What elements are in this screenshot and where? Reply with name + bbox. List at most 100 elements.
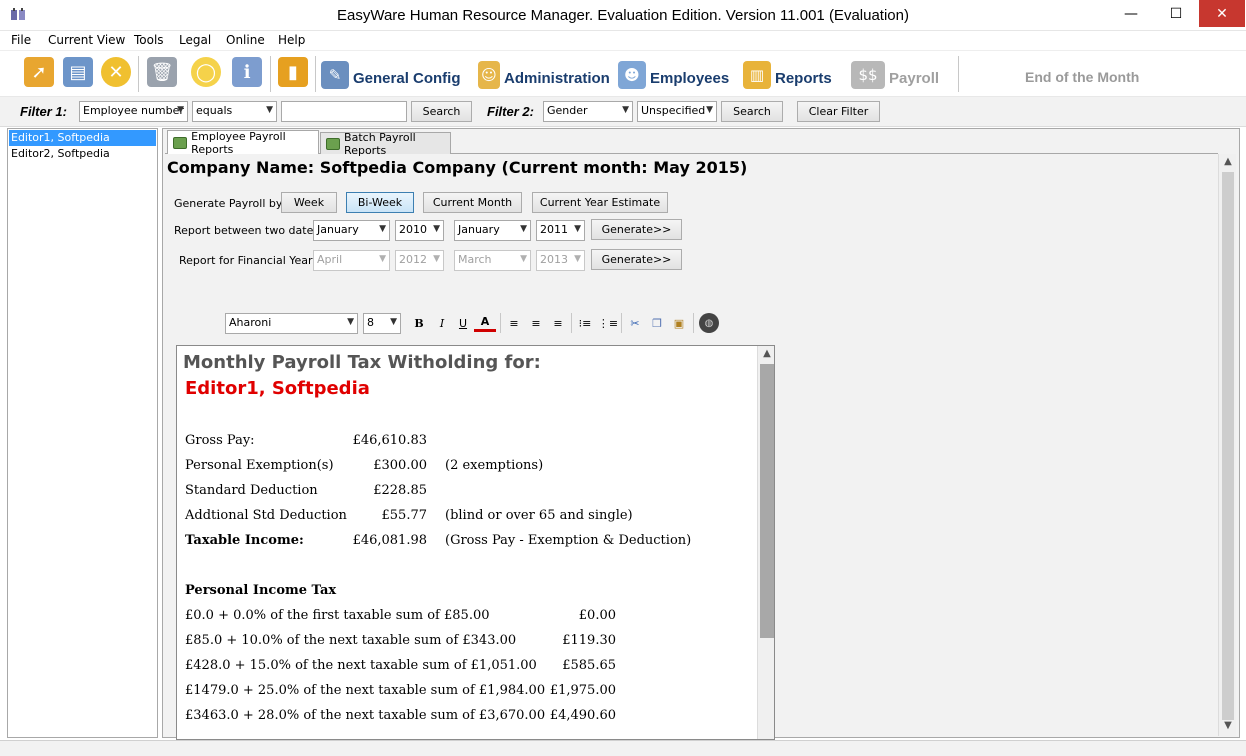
- menu-tools[interactable]: Tools: [134, 33, 164, 47]
- align-right-icon[interactable]: ≡: [549, 314, 567, 332]
- trash-icon[interactable]: 🗑: [147, 57, 177, 87]
- menu-legal[interactable]: Legal: [179, 33, 211, 47]
- row-note: (blind or over 65 and single): [445, 508, 633, 523]
- general-config-label: General Config: [353, 70, 461, 87]
- employees-button[interactable]: ☻ Employees: [618, 55, 729, 89]
- fin-to-year-select[interactable]: 2013 ▼: [536, 250, 585, 271]
- filter1-value-input[interactable]: [281, 101, 407, 122]
- filter2-search-button[interactable]: Search: [721, 101, 783, 122]
- bullet-list-icon[interactable]: ⁝≡: [576, 314, 594, 332]
- fin-to-month-select[interactable]: March ▼: [454, 250, 531, 271]
- week-button[interactable]: Week: [281, 192, 337, 213]
- filter2-label: Filter 2:: [487, 104, 534, 119]
- title-bar: EasyWare Human Resource Manager. Evaluat…: [0, 0, 1246, 31]
- filter1-search-button[interactable]: Search: [411, 101, 472, 122]
- filter2-field-select[interactable]: Gender ▼: [543, 101, 633, 122]
- chevron-down-icon: ▼: [433, 224, 440, 234]
- filter1-label: Filter 1:: [20, 104, 67, 119]
- row-label: Standard Deduction: [185, 483, 318, 498]
- payroll-button[interactable]: $$ Payroll: [851, 55, 939, 89]
- from-month-select[interactable]: January ▼: [313, 220, 390, 241]
- font-size-select[interactable]: 8 ▼: [363, 313, 401, 334]
- report-document[interactable]: Monthly Payroll Tax Witholding for: Edit…: [176, 345, 775, 740]
- align-center-icon[interactable]: ≡: [527, 314, 545, 332]
- filter1-field-select[interactable]: Employee number ▼: [79, 101, 188, 122]
- menu-current-view[interactable]: Current View: [48, 33, 125, 47]
- document-icon[interactable]: ▤: [63, 57, 93, 87]
- from-year-select[interactable]: 2010 ▼: [395, 220, 444, 241]
- outer-scrollbar[interactable]: ▲ ▼: [1218, 154, 1236, 736]
- main-toolbar: ➚ ▤ ✕ 🗑 ◯ ℹ ▮ ✎ General Config ☺ Adminis…: [0, 51, 1246, 97]
- copy-icon[interactable]: ❐: [648, 314, 666, 332]
- filter2-value-select[interactable]: Unspecified ▼: [637, 101, 717, 122]
- font-color-button[interactable]: A: [474, 314, 496, 332]
- globe-icon[interactable]: ◍: [699, 313, 719, 333]
- tax-row-label: £0.0 + 0.0% of the first taxable sum of …: [185, 608, 490, 623]
- row-value: £228.85: [373, 483, 427, 498]
- cut-icon[interactable]: ✂: [626, 314, 644, 332]
- generate-financial-button[interactable]: Generate>>: [591, 249, 682, 270]
- employee-list[interactable]: Editor1, Softpedia Editor2, Softpedia: [7, 128, 158, 738]
- menu-file[interactable]: File: [11, 33, 31, 47]
- report-scrollbar[interactable]: ▲: [757, 346, 774, 739]
- generate-payroll-label: Generate Payroll by:: [174, 197, 286, 210]
- scroll-up-icon[interactable]: ▲: [759, 348, 774, 359]
- payroll-money-icon: $$: [851, 61, 885, 89]
- tab-employee-payroll-reports[interactable]: Employee Payroll Reports: [167, 130, 319, 156]
- underline-button[interactable]: U: [454, 314, 472, 332]
- chevron-down-icon: ▼: [574, 224, 581, 234]
- chevron-down-icon: ▼: [379, 254, 386, 264]
- current-month-button[interactable]: Current Month: [423, 192, 522, 213]
- numbered-list-icon[interactable]: ⋮≡: [598, 314, 618, 332]
- tab-batch-payroll-reports[interactable]: Batch Payroll Reports: [320, 131, 451, 157]
- reports-button[interactable]: ▥ Reports: [743, 55, 832, 89]
- fin-from-month-select[interactable]: April ▼: [313, 250, 390, 271]
- scroll-up-icon[interactable]: ▲: [1220, 156, 1236, 167]
- biweek-button[interactable]: Bi-Week: [346, 192, 414, 213]
- minimize-button[interactable]: —: [1108, 0, 1154, 27]
- scroll-thumb[interactable]: [1222, 172, 1234, 720]
- reports-chart-icon: ▥: [743, 61, 771, 89]
- menu-online[interactable]: Online: [226, 33, 265, 47]
- window-title: EasyWare Human Resource Manager. Evaluat…: [337, 7, 909, 24]
- info-icon[interactable]: ℹ: [232, 57, 262, 87]
- italic-button[interactable]: I: [433, 314, 451, 332]
- fin-from-year-select[interactable]: 2012 ▼: [395, 250, 444, 271]
- gear-pencil-icon: ✎: [321, 61, 349, 89]
- tax-row-value: £1,975.00: [549, 683, 616, 698]
- generate-between-button[interactable]: Generate>>: [591, 219, 682, 240]
- row-value: £55.77: [381, 508, 428, 523]
- scroll-down-icon[interactable]: ▼: [1220, 720, 1236, 731]
- close-button[interactable]: ✕: [1199, 0, 1245, 27]
- maximize-button[interactable]: ☐: [1153, 0, 1199, 27]
- reports-label: Reports: [775, 70, 832, 87]
- general-config-button[interactable]: ✎ General Config: [321, 55, 461, 89]
- between-dates-label: Report between two dates:: [174, 224, 323, 237]
- filter1-operator-select[interactable]: equals ▼: [192, 101, 277, 122]
- row-note: (2 exemptions): [445, 458, 544, 473]
- open-folder-icon[interactable]: ➚: [24, 57, 54, 87]
- tax-row-label: £85.0 + 10.0% of the next taxable sum of…: [185, 633, 517, 648]
- employee-list-item[interactable]: Editor1, Softpedia: [9, 130, 156, 146]
- chevron-down-icon: ▼: [433, 254, 440, 264]
- current-year-estimate-button[interactable]: Current Year Estimate: [532, 192, 668, 213]
- bold-button[interactable]: B: [410, 314, 428, 332]
- tax-row-value: £119.30: [562, 633, 616, 648]
- cancel-icon[interactable]: ✕: [101, 57, 131, 87]
- money-icon: [173, 136, 188, 149]
- chevron-down-icon: ▼: [622, 105, 629, 115]
- admin-person-icon: ☺: [478, 61, 500, 89]
- align-left-icon[interactable]: ≡: [505, 314, 523, 332]
- paste-icon[interactable]: ▣: [670, 314, 688, 332]
- clear-filter-button[interactable]: Clear Filter: [797, 101, 880, 122]
- to-year-select[interactable]: 2011 ▼: [536, 220, 585, 241]
- employee-list-item[interactable]: Editor2, Softpedia: [9, 146, 156, 162]
- to-month-select[interactable]: January ▼: [454, 220, 531, 241]
- refresh-icon[interactable]: ◯: [191, 57, 221, 87]
- menu-help[interactable]: Help: [278, 33, 305, 47]
- administration-button[interactable]: ☺ Administration: [478, 55, 610, 89]
- scroll-thumb[interactable]: [760, 364, 774, 638]
- font-family-select[interactable]: Aharoni ▼: [225, 313, 358, 334]
- end-of-month-button[interactable]: End of the Month: [1025, 69, 1139, 85]
- exit-door-icon[interactable]: ▮: [278, 57, 308, 87]
